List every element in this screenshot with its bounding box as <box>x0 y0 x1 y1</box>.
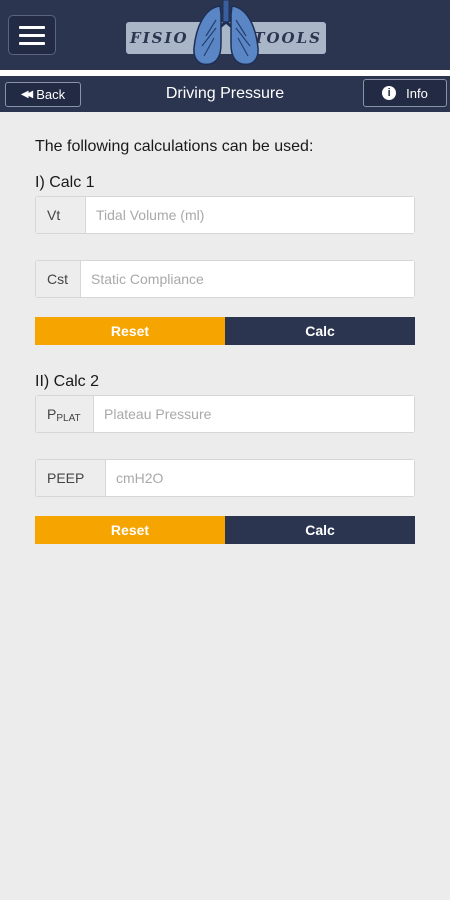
calc1-tidal-volume-group: Vt <box>35 196 415 234</box>
static-compliance-input[interactable] <box>81 261 414 297</box>
calc2-actions: Reset Calc <box>35 516 415 544</box>
page-title: Driving Pressure <box>165 85 285 102</box>
calc1-reset-button[interactable]: Reset <box>35 317 225 345</box>
calc1-static-compliance-group: Cst <box>35 260 415 298</box>
calc1-title: I) Calc 1 <box>35 174 95 191</box>
calc2-pplat-label: P PLAT <box>36 396 94 432</box>
info-circle-icon: i <box>382 86 397 100</box>
pplat-label-main: P <box>47 406 57 422</box>
lungs-icon <box>193 0 259 66</box>
double-chevron-left-icon: ◀◀ <box>20 89 34 100</box>
logo-text-right: TOOLS <box>253 29 322 47</box>
nav-bar: ◀◀ Back Driving Pressure i Info <box>0 76 450 112</box>
plateau-pressure-input[interactable] <box>94 396 414 432</box>
peep-input[interactable] <box>106 460 414 496</box>
hamburger-icon <box>19 33 45 37</box>
calc1-cst-label: Cst <box>36 261 81 297</box>
calc2-title: II) Calc 2 <box>35 373 100 390</box>
info-button[interactable]: i Info <box>363 79 447 107</box>
app-logo: FISIO TOOLS <box>126 0 326 70</box>
intro-text: The following calculations can be used: <box>35 138 314 155</box>
calc2-plateau-pressure-group: P PLAT <box>35 395 415 433</box>
calc2-calc-button[interactable]: Calc <box>225 516 415 544</box>
back-button-label: Back <box>36 87 66 102</box>
menu-button[interactable] <box>8 15 56 55</box>
calc1-actions: Reset Calc <box>35 317 415 345</box>
calc1-vt-label: Vt <box>36 197 86 233</box>
calc1-calc-button[interactable]: Calc <box>225 317 415 345</box>
calc2-reset-button[interactable]: Reset <box>35 516 225 544</box>
app-header: FISIO TOOLS <box>0 0 450 70</box>
calc2-peep-group: PEEP <box>35 459 415 497</box>
tidal-volume-input[interactable] <box>86 197 414 233</box>
hamburger-icon <box>19 25 45 29</box>
info-button-label: Info <box>406 85 428 101</box>
pplat-label-sub: PLAT <box>56 412 81 424</box>
hamburger-icon <box>19 41 45 45</box>
logo-text-left: FISIO <box>130 29 189 47</box>
back-button[interactable]: ◀◀ Back <box>5 82 81 107</box>
calc2-peep-label: PEEP <box>36 460 106 496</box>
